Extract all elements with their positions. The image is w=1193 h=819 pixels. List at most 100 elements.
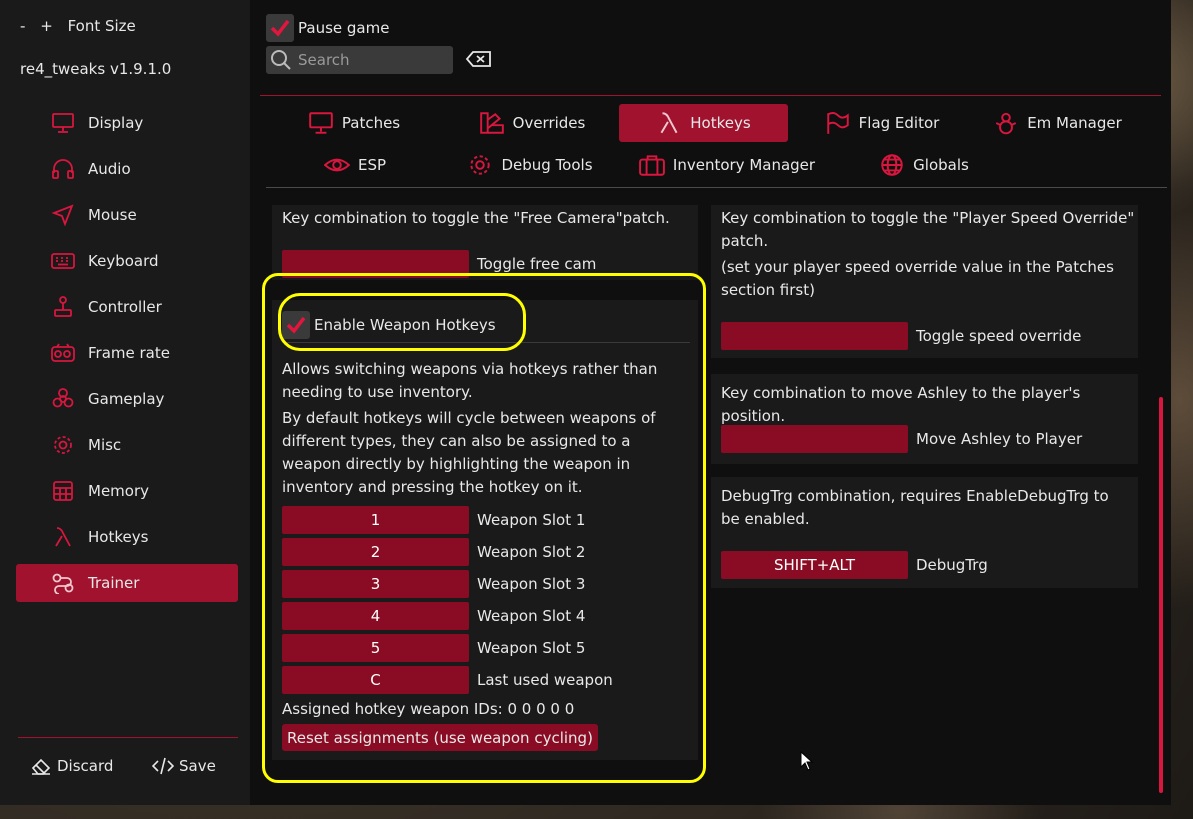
flag-icon [826,111,849,134]
sidebar-nav: Display Audio Mouse Keyboard Controller … [16,104,238,610]
tab-em-manager[interactable]: Em Manager [985,104,1130,142]
freecam-description: Key combination to toggle the "Free Came… [282,209,670,227]
tab-label: Overrides [512,114,586,132]
trainer-icon [50,571,76,595]
sidebar-item-misc[interactable]: Misc [16,426,238,464]
eraser-icon [31,758,51,775]
tabs-divider [266,187,1167,188]
freecam-label: Toggle free cam [477,255,597,273]
search-box[interactable] [266,46,453,74]
speed-override-note: (set your player speed override value in… [721,258,1114,299]
tab-flag-editor[interactable]: Flag Editor [812,104,952,142]
font-increase-button[interactable]: + [40,17,53,35]
search-input[interactable] [296,50,450,70]
memory-icon [50,479,76,503]
tab-label: Patches [341,114,401,132]
keyboard-icon [50,249,76,273]
pause-label: Pause game [298,19,390,37]
debugtrg-description: DebugTrg combination, requires EnableDeb… [721,487,1109,528]
mouse-cursor-icon [800,750,814,775]
font-size-label: Font Size [67,17,136,35]
joystick-icon [50,295,76,319]
tab-globals[interactable]: Globals [868,146,980,184]
biohazard-icon [50,387,76,411]
tab-label: Inventory Manager [672,156,816,174]
highlight-oval [278,293,526,351]
sidebar-item-label: Mouse [88,206,137,224]
sidebar-item-label: Trainer [88,574,140,592]
backspace-icon [465,51,491,67]
sidebar-item-label: Keyboard [88,252,159,270]
checkmark-icon [270,19,290,37]
tab-inventory-manager[interactable]: Inventory Manager [632,146,822,184]
code-icon [152,757,174,775]
tab-label: ESP [357,156,387,174]
scrollbar[interactable] [1159,397,1163,793]
sidebar-item-mouse[interactable]: Mouse [16,196,238,234]
search-icon [271,50,291,70]
discard-button[interactable]: Discard [30,756,113,776]
sidebar-item-label: Memory [88,482,150,500]
sidebar-item-gameplay[interactable]: Gameplay [16,380,238,418]
sidebar-item-label: Display [88,114,144,132]
globe-icon [881,154,903,176]
tab-label: Em Manager [1027,114,1122,132]
header-divider [260,95,1161,96]
sidebar-item-display[interactable]: Display [16,104,238,142]
eye-icon [323,158,350,172]
clear-search-button[interactable] [465,50,493,72]
sidebar-item-audio[interactable]: Audio [16,150,238,188]
speed-override-key-button[interactable] [721,322,908,350]
cursor-arrow-icon [50,203,76,227]
monitor-icon [50,111,76,135]
speed-override-description: Key combination to toggle the "Player Sp… [721,209,1135,250]
sidebar-item-label: Hotkeys [88,528,149,546]
sidebar-item-label: Misc [88,436,122,454]
debugtrg-label: DebugTrg [916,556,988,574]
monitor-icon [309,112,333,134]
save-label: Save [179,757,216,775]
debugtrg-key-button[interactable]: SHIFT+ALT [721,551,908,579]
app-version: re4_tweaks v1.9.1.0 [20,60,172,78]
swatch-icon [479,112,504,134]
sidebar-item-controller[interactable]: Controller [16,288,238,326]
sidebar-item-keyboard[interactable]: Keyboard [16,242,238,280]
tab-patches[interactable]: Patches [290,104,418,142]
tab-overrides[interactable]: Overrides [462,104,602,142]
sidebar-item-hotkeys[interactable]: Hotkeys [16,518,238,556]
sidebar-item-label: Gameplay [88,390,165,408]
lambda-icon [50,525,76,549]
tab-label: Globals [913,156,969,174]
snowman-icon [996,112,1017,135]
tab-label: Hotkeys [690,114,751,132]
ashley-key-button[interactable] [721,425,908,453]
sidebar-item-memory[interactable]: Memory [16,472,238,510]
font-size-control: - + Font Size [20,17,146,35]
tab-label: Flag Editor [858,114,940,132]
sidebar: - + Font Size re4_tweaks v1.9.1.0 Displa… [0,0,250,805]
camera-icon [50,341,76,365]
tab-esp[interactable]: ESP [305,146,405,184]
tab-hotkeys[interactable]: Hotkeys [619,104,788,142]
gear-icon [50,433,76,457]
discard-label: Discard [57,757,114,775]
tab-label: Debug Tools [501,156,593,174]
sidebar-item-trainer[interactable]: Trainer [16,564,238,602]
font-decrease-button[interactable]: - [20,17,25,35]
ashley-description: Key combination to move Ashley to the pl… [721,384,1081,425]
ashley-label: Move Ashley to Player [916,430,1083,448]
lambda-icon [660,112,678,134]
sidebar-item-label: Controller [88,298,162,316]
speed-override-label: Toggle speed override [916,327,1082,345]
pause-game-toggle[interactable]: Pause game [266,14,389,42]
sidebar-divider [18,737,238,738]
save-button[interactable]: Save [152,756,216,776]
sidebar-item-label: Audio [88,160,131,178]
gear-icon [470,155,491,175]
briefcase-icon [639,155,665,176]
headphones-icon [50,157,76,181]
sidebar-item-label: Frame rate [88,344,170,362]
pause-checkbox[interactable] [266,14,294,42]
sidebar-item-frame-rate[interactable]: Frame rate [16,334,238,372]
tab-debug-tools[interactable]: Debug Tools [455,146,605,184]
